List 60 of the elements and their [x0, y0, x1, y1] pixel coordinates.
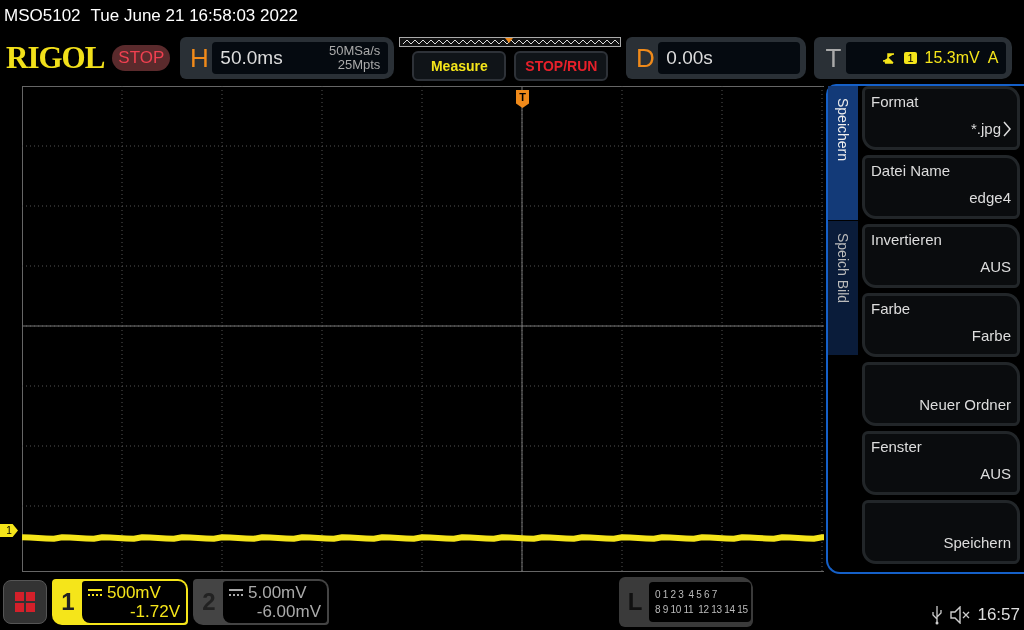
- trigger-level: 15.3mV: [924, 49, 980, 67]
- memory-depth: 25Mpts: [337, 58, 381, 72]
- clock-time: 16:57: [977, 605, 1020, 625]
- grid-icon: [14, 591, 36, 613]
- channel-offset: -1.72V: [129, 602, 180, 621]
- logic-channel-numbers: 4 5 6 7: [688, 589, 717, 600]
- speaker-muted-icon: [949, 606, 972, 624]
- trigger-position-marker[interactable]: T: [516, 90, 529, 108]
- menu-softkey[interactable]: Farbe Farbe: [862, 293, 1020, 357]
- delay-label: D: [634, 42, 656, 74]
- menu-softkey[interactable]: Datei Name edge4: [862, 155, 1020, 219]
- trigger-source: 1: [904, 52, 917, 64]
- channel-panel[interactable]: 1 500mV -1.72V: [52, 579, 188, 625]
- menu-softkey[interactable]: Fenster AUS: [862, 431, 1020, 495]
- sample-rate: 50MSa/s: [329, 44, 381, 58]
- logic-channel-numbers: 12 13 14 15: [698, 604, 748, 615]
- softkey-value: Neuer Ordner: [919, 396, 1011, 413]
- softkey-value: AUS: [980, 465, 1011, 482]
- dc-coupling-icon: [88, 588, 102, 597]
- logo: RIGOL: [6, 40, 105, 76]
- header-button[interactable]: STOP/RUN: [514, 51, 609, 81]
- softkey-label: Datei Name: [871, 162, 952, 179]
- softkey-label: Fenster: [871, 438, 923, 455]
- menu-softkey[interactable]: Speichern: [862, 500, 1020, 564]
- softkey-value: *.jpg: [970, 120, 1001, 137]
- channel-scale: 5.00mV: [248, 583, 307, 602]
- channel-offset: -6.00mV: [256, 602, 321, 621]
- dc-coupling-icon: [229, 588, 243, 597]
- header-button[interactable]: Measure: [412, 51, 507, 81]
- logic-channel-numbers: 0 1 2 3: [655, 589, 684, 600]
- trigger-panel[interactable]: T 1 15.3mV A: [814, 37, 1013, 79]
- usb-icon: [931, 605, 944, 625]
- chevron-right-icon: [1003, 120, 1011, 137]
- horizontal-panel[interactable]: H 50.0ms 50MSa/s 25Mpts: [180, 37, 395, 79]
- side-tab[interactable]: Speichern: [828, 86, 858, 221]
- delay-panel[interactable]: D 0.00s: [626, 37, 807, 79]
- channel-number: 1: [60, 587, 76, 617]
- softkey-value: Speichern: [943, 534, 1011, 551]
- trigger-mode: A: [987, 49, 999, 67]
- trigger-label: T: [824, 42, 843, 74]
- softkey-value: AUS: [980, 258, 1011, 275]
- date-time: Tue June 21 16:58:03 2022: [90, 6, 298, 26]
- channel-marker[interactable]: 1: [0, 524, 18, 537]
- menu-softkey[interactable]: Neuer Ordner: [862, 362, 1020, 426]
- softkey-label: Invertieren: [871, 231, 943, 248]
- softkey-label: Farbe: [871, 300, 912, 317]
- softkey-label: Format: [871, 93, 920, 110]
- delay-value: 0.00s: [666, 47, 713, 69]
- side-tab[interactable]: Speich Bild: [828, 221, 858, 356]
- softkey-value: edge4: [969, 189, 1011, 206]
- horizontal-label: H: [188, 42, 210, 74]
- logic-channel-numbers: 8 9 10 11: [655, 604, 694, 615]
- app-menu-button[interactable]: [3, 580, 47, 624]
- channel-scale: 500mV: [107, 583, 161, 602]
- run-state-indicator: STOP: [112, 45, 171, 71]
- model-name: MSO5102: [4, 6, 81, 26]
- softkey-value: Farbe: [971, 327, 1011, 344]
- menu-softkey[interactable]: Invertieren AUS: [862, 224, 1020, 288]
- menu-softkey[interactable]: Format *.jpg: [862, 86, 1020, 150]
- timebase-value: 50.0ms: [220, 47, 283, 69]
